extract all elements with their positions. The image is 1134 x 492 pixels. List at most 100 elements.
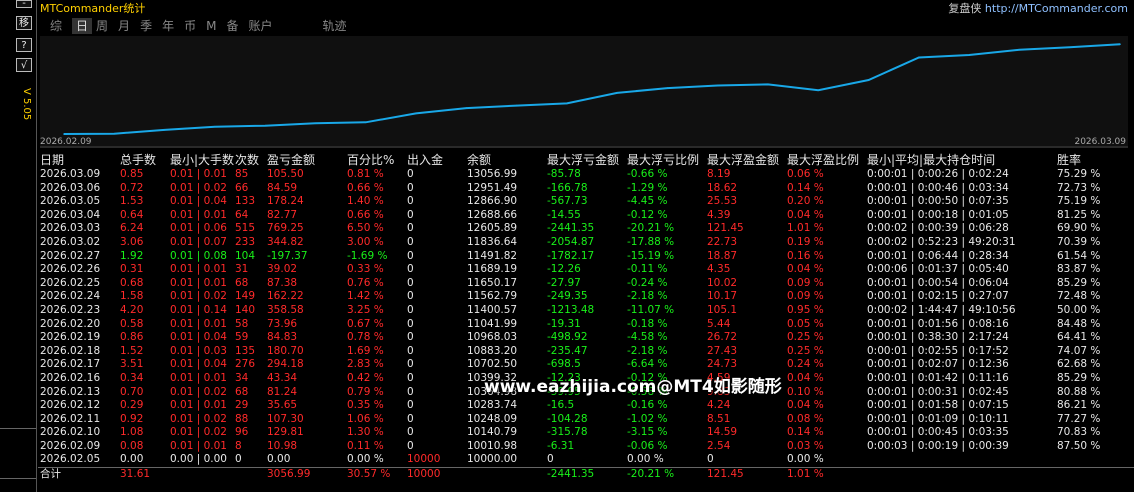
- balance-point: [63, 133, 65, 135]
- table-cell: 10702.50: [467, 358, 518, 371]
- table-cell: 178.24: [267, 195, 304, 208]
- table-cell: 0.01 | 0.01: [170, 399, 227, 412]
- tab-4[interactable]: 季: [140, 18, 158, 34]
- table-cell: 12688.66: [467, 208, 518, 221]
- table-cell: -20.21 %: [627, 222, 675, 235]
- balance-point: [364, 121, 367, 124]
- table-cell: 1.92: [120, 249, 144, 262]
- table-cell: 276: [235, 358, 256, 371]
- table-row[interactable]: 2026.02.20 0.58 0.01 | 0.01 58 73.96 0.67 % 0 1…: [38, 318, 1134, 332]
- table-cell: [865, 453, 1055, 467]
- column-header[interactable]: 最小|大手数: [168, 151, 234, 168]
- column-header[interactable]: 百分比%: [345, 151, 405, 168]
- table-row[interactable]: 2026.02.24 1.58 0.01 | 0.02 149 162.22 1.42 %…: [38, 290, 1134, 304]
- table-cell: -315.78: [547, 426, 588, 439]
- column-header[interactable]: 最大浮盈金额: [705, 151, 785, 168]
- replay-url[interactable]: http://MTCommander.com: [985, 2, 1128, 15]
- table-row[interactable]: 2026.03.03 6.24 0.01 | 0.06 515 769.25 6.50 %…: [38, 222, 1134, 236]
- table-cell: 2026.02.26: [40, 263, 101, 276]
- column-header[interactable]: 总手数: [118, 151, 168, 168]
- table-row[interactable]: 2026.02.27 1.92 0.01 | 0.08 104 -197.37 -1.69…: [38, 250, 1134, 264]
- table-cell: 0.95 %: [787, 303, 824, 316]
- table-row[interactable]: 2026.02.11 0.92 0.01 | 0.02 88 107.30 1.06 % 0…: [38, 413, 1134, 427]
- table-cell: 0:00:01 | 0:06:44 | 0:28:34: [867, 249, 1009, 262]
- table-row[interactable]: 2026.02.18 1.52 0.01 | 0.03 135 180.70 1.69 %…: [38, 345, 1134, 359]
- table-row[interactable]: 2026.03.02 3.06 0.01 | 0.07 233 344.82 3.00 %…: [38, 236, 1134, 250]
- table-cell: -2054.87: [547, 235, 595, 248]
- table-row[interactable]: 2026.02.23 4.20 0.01 | 0.14 140 358.58 3.25 %…: [38, 304, 1134, 318]
- table-row[interactable]: 2026.03.05 1.53 0.01 | 0.04 133 178.24 1.40 %…: [38, 195, 1134, 209]
- replay-link[interactable]: 复盘侠 http://MTCommander.com: [948, 0, 1128, 16]
- column-header[interactable]: 盈亏金额: [265, 151, 345, 168]
- tab-10[interactable]: 轨迹: [323, 18, 353, 34]
- table-cell: 0.01 | 0.01: [170, 263, 227, 276]
- table-cell: 0:00:01 | 0:02:55 | 0:17:52: [867, 344, 1009, 357]
- table-cell: -15.19 %: [627, 249, 675, 262]
- total-cell: [168, 467, 233, 482]
- check-button[interactable]: √: [16, 58, 32, 72]
- table-cell: -14.55: [547, 208, 581, 221]
- tab-0[interactable]: 综: [50, 18, 68, 34]
- table-row[interactable]: 2026.02.09 0.08 0.01 | 0.01 8 10.98 0.11 % 0 10…: [38, 440, 1134, 454]
- tab-7[interactable]: M: [206, 18, 222, 34]
- column-header[interactable]: 最大浮亏比例: [625, 151, 705, 168]
- table-cell: -27.97: [547, 276, 581, 289]
- table-row[interactable]: 2026.02.19 0.86 0.01 | 0.04 59 84.83 0.78 % 0 1…: [38, 331, 1134, 345]
- table-cell: 0:00:01 | 0:00:46 | 0:03:34: [867, 181, 1009, 194]
- table-cell: 0: [407, 317, 414, 330]
- table-cell: 2.83 %: [347, 358, 384, 371]
- column-header[interactable]: 最小|平均|最大持仓时间: [865, 151, 1055, 168]
- table-cell: 0.00: [267, 453, 291, 466]
- table-cell: 29: [235, 399, 249, 412]
- table-cell: -0.66 %: [627, 168, 668, 180]
- table-cell: 105.50: [267, 168, 304, 180]
- table-cell: -249.35: [547, 290, 588, 303]
- table-cell: 2026.02.25: [40, 276, 101, 289]
- minimize-button[interactable]: -: [16, 0, 32, 9]
- table-cell: 0: [707, 453, 714, 466]
- table-row[interactable]: 2026.02.25 0.68 0.01 | 0.01 68 87.38 0.76 % 0 1…: [38, 277, 1134, 291]
- total-cell: 合计: [38, 467, 118, 482]
- table-cell: 0.01 | 0.03: [170, 344, 227, 357]
- tab-3[interactable]: 月: [118, 18, 136, 34]
- help-button[interactable]: ?: [16, 38, 32, 52]
- table-cell: 11650.17: [467, 276, 518, 289]
- table-cell: 75.19 %: [1057, 195, 1101, 208]
- sidebar: - 移 ? √ V 5.05: [0, 0, 37, 492]
- column-header[interactable]: 出入金: [405, 151, 465, 168]
- table-row[interactable]: 2026.03.04 0.64 0.01 | 0.01 64 82.77 0.66 % 0 1…: [38, 209, 1134, 223]
- tab-5[interactable]: 年: [162, 18, 180, 34]
- table-row[interactable]: 2026.02.26 0.31 0.01 | 0.01 31 39.02 0.33 % 0 1…: [38, 263, 1134, 277]
- tab-8[interactable]: 备: [226, 18, 244, 34]
- table-row[interactable]: 2026.02.12 0.29 0.01 | 0.01 29 35.65 0.35 % 0 1…: [38, 399, 1134, 413]
- table-cell: 27.43: [707, 344, 738, 357]
- chart-start-date: 2026.02.09: [40, 137, 92, 147]
- table-cell: 2026.03.09: [40, 168, 101, 180]
- table-row[interactable]: 2026.02.10 1.08 0.01 | 0.02 96 129.81 1.30 % 0…: [38, 426, 1134, 440]
- tab-1[interactable]: 日: [72, 18, 93, 34]
- column-header[interactable]: 余额: [465, 151, 545, 168]
- tab-2[interactable]: 周: [96, 18, 114, 34]
- table-cell: 3.00 %: [347, 235, 384, 248]
- move-button[interactable]: 移: [16, 16, 32, 30]
- table-cell: 39.02: [267, 263, 298, 276]
- table-cell: 129.81: [267, 426, 304, 439]
- table-row[interactable]: 2026.03.09 0.85 0.01 | 0.01 85 105.50 0.81 % 0…: [38, 168, 1134, 182]
- column-header[interactable]: 最大浮盈比例: [785, 151, 865, 168]
- table-cell: 2026.02.13: [40, 385, 101, 398]
- total-cell: [865, 467, 1055, 482]
- tab-9[interactable]: 账户: [248, 18, 278, 34]
- tab-6[interactable]: 币: [184, 18, 202, 34]
- column-header[interactable]: 次数: [233, 151, 265, 168]
- column-header[interactable]: 胜率: [1055, 151, 1134, 168]
- column-header[interactable]: 最大浮亏金额: [545, 151, 625, 168]
- table-row[interactable]: 2026.02.05 0.00 0.00 | 0.00 0 0.00 0.00 % 1000…: [38, 453, 1134, 467]
- table-cell: 0:00:01 | 0:00:31 | 0:02:45: [867, 385, 1009, 398]
- table-cell: 26.72: [707, 331, 738, 344]
- column-header[interactable]: 日期: [38, 151, 118, 168]
- table-cell: 0.00 %: [347, 453, 384, 466]
- table-cell: 1.30 %: [347, 426, 384, 439]
- table-row[interactable]: 2026.03.06 0.72 0.01 | 0.02 66 84.59 0.66 % 0 1…: [38, 182, 1134, 196]
- table-row[interactable]: 2026.02.17 3.51 0.01 | 0.04 276 294.18 2.83 %…: [38, 358, 1134, 372]
- balance-point: [968, 54, 970, 56]
